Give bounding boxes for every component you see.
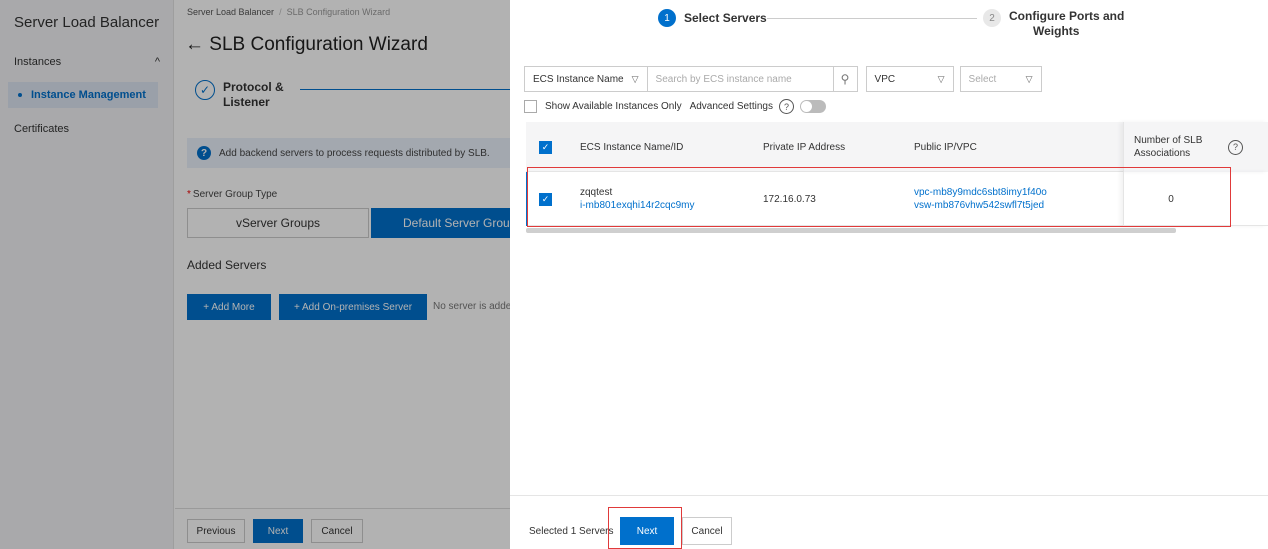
selected-count: Selected 1 Servers <box>529 526 614 537</box>
search-input[interactable]: Search by ECS instance name <box>647 66 834 92</box>
show-available-checkbox[interactable] <box>524 100 537 113</box>
search-icon[interactable]: ⚲ <box>833 66 858 92</box>
highlight-annotation-row <box>527 167 1231 227</box>
sidebar-item-instance-management[interactable]: Instance Management <box>8 82 158 108</box>
wizard-step-protocol-listener: ✓ Protocol & Listener <box>195 80 284 110</box>
vpc-label: VPC <box>874 73 896 85</box>
question-icon: ? <box>197 146 211 160</box>
default-server-group-option[interactable]: Default Server Grou <box>371 208 510 238</box>
advanced-settings-label: Advanced Settings <box>689 101 773 112</box>
step-label-line1: Protocol & <box>223 80 284 94</box>
step-label: Select Servers <box>684 10 767 25</box>
select-placeholder: Select <box>968 73 997 85</box>
toggle-knob <box>800 101 812 112</box>
sidebar: Server Load Balancer Instances ^ Instanc… <box>0 0 174 549</box>
step-label-line1: Configure Ports and <box>1009 9 1125 23</box>
chevron-down-icon: ▽ <box>1025 73 1033 84</box>
filter-row: ECS Instance Name ▽ Search by ECS instan… <box>524 66 1042 92</box>
added-servers-label: Added Servers <box>187 258 267 272</box>
main-next-button[interactable]: Next <box>253 519 303 543</box>
select-servers-drawer: 1 Select Servers 2 Configure Ports and W… <box>510 0 1268 549</box>
vpc-select[interactable]: VPC ▽ <box>865 66 954 92</box>
breadcrumb: Server Load Balancer / SLB Configuration W… <box>187 7 390 17</box>
drawer-step-configure-ports: 2 Configure Ports and Weights <box>983 9 1124 39</box>
main-cancel-button[interactable]: Cancel <box>311 519 363 543</box>
sidebar-title: Server Load Balancer <box>14 14 160 31</box>
col-slb-associations: Number of SLB Associations ? <box>1123 122 1268 172</box>
advanced-settings-toggle[interactable] <box>799 100 826 113</box>
server-group-type-label: * Server Group Type <box>187 189 277 200</box>
cancel-button[interactable]: Cancel <box>682 517 732 545</box>
vswitch-select[interactable]: Select ▽ <box>959 66 1042 92</box>
filter-type-select[interactable]: ECS Instance Name ▽ <box>524 66 648 92</box>
previous-button[interactable]: Previous <box>187 519 245 543</box>
sidebar-section-label: Instances <box>14 56 62 68</box>
breadcrumb-separator: / <box>279 7 282 17</box>
main-footer: Previous Next Cancel <box>175 508 510 549</box>
sidebar-section-instances[interactable]: Instances ^ <box>14 56 160 68</box>
horizontal-scrollbar[interactable] <box>526 228 1176 233</box>
step-number-1: 1 <box>658 9 676 27</box>
help-icon[interactable]: ? <box>1228 139 1243 155</box>
step-label-line2: Listener <box>223 95 270 109</box>
breadcrumb-root[interactable]: Server Load Balancer <box>187 7 274 17</box>
table-header: ✓ ECS Instance Name/ID Private IP Addres… <box>526 122 1268 172</box>
vserver-groups-option[interactable]: vServer Groups <box>187 208 369 238</box>
main-content: Server Load Balancer / SLB Configuration W… <box>175 0 512 549</box>
add-more-button[interactable]: + Add More <box>187 294 271 320</box>
chevron-down-icon: ▽ <box>937 73 945 84</box>
bullet-icon <box>18 93 22 97</box>
col-public-ip: Public IP/VPC <box>914 141 977 153</box>
drawer-step-select-servers: 1 Select Servers <box>658 9 767 27</box>
select-all-cell: ✓ <box>539 122 552 172</box>
show-available-label: Show Available Instances Only <box>545 101 682 112</box>
step-connector <box>767 18 977 19</box>
col-name: ECS Instance Name/ID <box>580 141 684 153</box>
step-number-2: 2 <box>983 9 1001 27</box>
add-onprem-server-button[interactable]: + Add On-premises Server <box>279 294 427 320</box>
step-connector <box>300 89 510 90</box>
col-slb-line2: Associations <box>1134 148 1191 159</box>
step-label-line2: Weights <box>1033 24 1080 38</box>
chevron-down-icon: ▽ <box>631 73 639 84</box>
chevron-up-icon: ^ <box>154 56 160 68</box>
options-row: Show Available Instances Only Advanced S… <box>524 99 826 114</box>
highlight-annotation-next <box>608 507 682 549</box>
required-mark: * <box>187 189 191 200</box>
select-all-checkbox[interactable]: ✓ <box>539 140 552 154</box>
server-group-type-text: Server Group Type <box>192 189 278 200</box>
info-text: Add backend servers to process requests … <box>219 147 490 159</box>
no-server-text: No server is adde <box>433 301 512 312</box>
filter-type-value: ECS Instance Name <box>533 73 624 85</box>
page-title[interactable]: ← SLB Configuration Wizard <box>185 34 428 56</box>
breadcrumb-current: SLB Configuration Wizard <box>286 7 391 17</box>
sidebar-item-label: Instance Management <box>31 89 146 101</box>
help-icon[interactable]: ? <box>778 99 794 114</box>
col-private-ip: Private IP Address <box>763 141 846 153</box>
info-banner: ? Add backend servers to process request… <box>187 138 510 168</box>
sidebar-item-certificates[interactable]: Certificates <box>14 123 69 135</box>
check-icon: ✓ <box>195 80 215 100</box>
col-slb-line1: Number of SLB <box>1134 135 1203 146</box>
